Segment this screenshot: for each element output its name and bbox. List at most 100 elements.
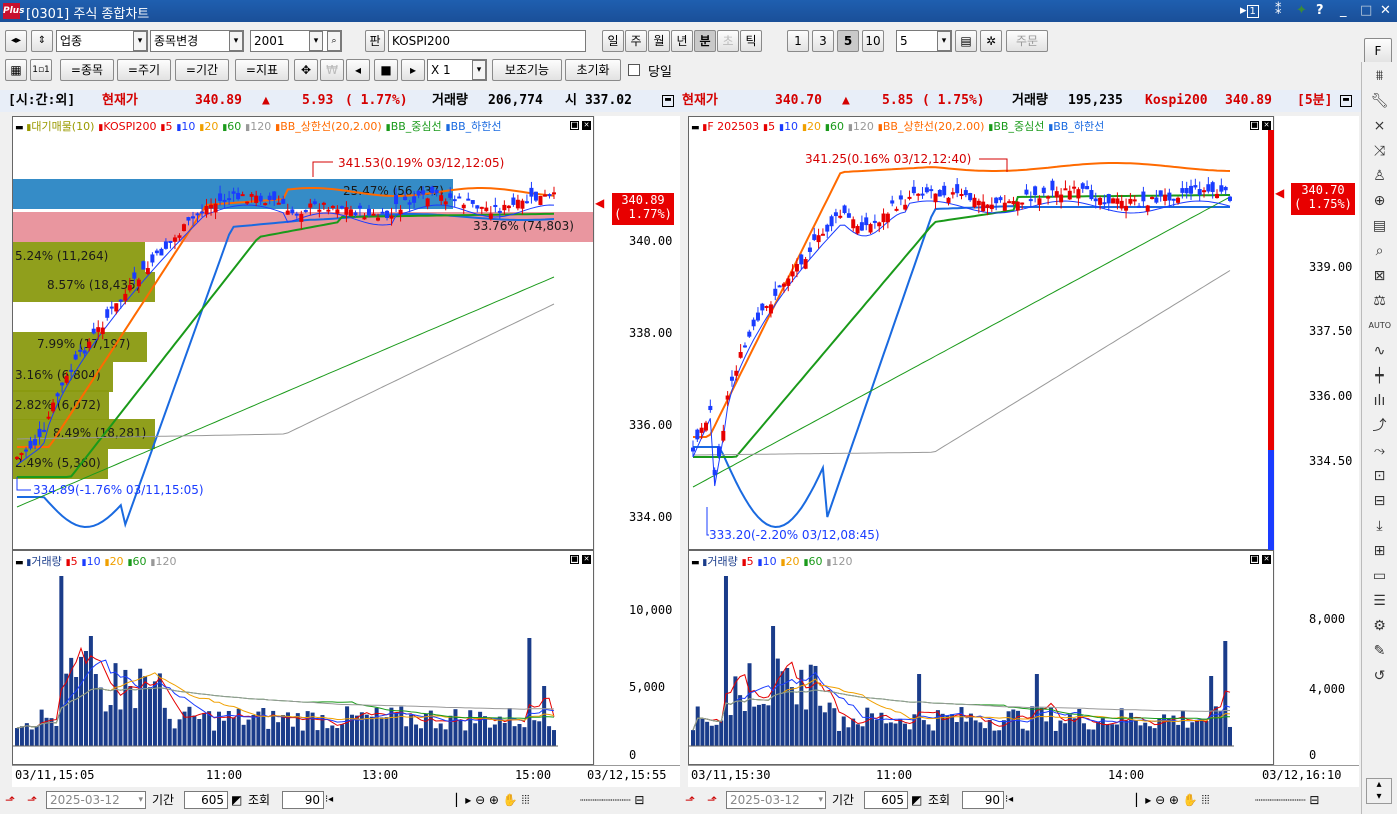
trade-tool-icon[interactable]: ⤨ <box>1369 140 1391 162</box>
interval-button[interactable]: 10 <box>862 30 884 52</box>
wrench-icon[interactable]: 🔧︎ <box>1369 90 1391 112</box>
left-volume-chart[interactable]: ▬ ▮거래량 ▮5 ▮10 ▮20 ▮60 ▮120 ■ ✕ <box>12 550 594 765</box>
chevron-down-icon[interactable]: ▾ <box>818 792 823 808</box>
legend-item[interactable]: ▮BB_상한선(20,2.00) <box>878 120 984 133</box>
panel-toggle-icon[interactable]: ▬ <box>1340 95 1352 107</box>
query-label[interactable]: 조회 <box>248 791 270 809</box>
legend-item[interactable]: ▮10 <box>779 120 798 133</box>
stepper-icon[interactable]: ⁝◂ <box>325 791 333 809</box>
today-checkbox[interactable] <box>628 64 640 76</box>
legend-item[interactable]: ▮10 <box>82 555 101 568</box>
legend-item[interactable]: ▮60 <box>128 555 147 568</box>
chart-mode-icon-2[interactable]: ⬏ <box>707 791 717 809</box>
legend-item[interactable]: ▮거래량 <box>26 555 61 568</box>
export-icon[interactable]: ⊟ <box>1369 490 1391 512</box>
pan-button[interactable]: 판 <box>365 30 385 52</box>
interval-button[interactable]: 3 <box>812 30 834 52</box>
close-icon[interactable]: ✕ <box>1262 555 1271 564</box>
minimize-button[interactable]: _ <box>1340 3 1347 18</box>
price-tool-icon[interactable]: ⨯ <box>1369 115 1391 137</box>
range-button[interactable]: =기간 <box>175 59 229 81</box>
chevron-down-icon[interactable]: ▾ <box>229 31 243 51</box>
search-icon[interactable]: ⌕ <box>327 31 341 51</box>
search-doc-icon[interactable]: ⌕ <box>1369 240 1391 262</box>
auto-icon[interactable]: AUTO <box>1369 315 1392 337</box>
line-icon[interactable]: ⤳ <box>1369 440 1391 462</box>
period-button[interactable]: 분 <box>694 30 716 52</box>
legend-item[interactable]: ▮5 <box>66 555 78 568</box>
crosshair-icon[interactable]: ✥ <box>294 59 318 81</box>
legend-item[interactable]: ▮60 <box>825 120 844 133</box>
query-icon[interactable]: ◩ <box>911 791 922 809</box>
scroll-controls-icon[interactable]: ▏▸ ⊖ ⊕ ✋ ⦙⦙⦙ <box>1136 791 1210 809</box>
period-button[interactable]: 일 <box>602 30 624 52</box>
legend-item[interactable]: ▮120 <box>151 555 177 568</box>
right-volume-chart[interactable]: ▬ ▮거래량 ▮5 ▮10 ▮20 ▮60 ▮120 ■ ✕ <box>688 550 1274 765</box>
count-input[interactable]: 90 <box>962 791 1004 809</box>
close-icon[interactable]: ✕ <box>582 555 591 564</box>
period-input[interactable]: 605 <box>184 791 228 809</box>
legend-item[interactable]: ▮5 <box>763 120 775 133</box>
screen-number-icon[interactable]: ▸ 1 <box>1240 3 1259 18</box>
f-button[interactable]: F <box>1364 38 1392 64</box>
close-button[interactable]: ✕ <box>1380 3 1391 18</box>
prev-next-icon[interactable]: ◂▸ <box>5 30 27 52</box>
trend-icon[interactable]: ∿ <box>1369 340 1391 362</box>
legend-item[interactable]: ▮60 <box>222 120 241 133</box>
date-picker[interactable]: 2025-03-12 ▾ <box>46 791 146 809</box>
range-slider-icon[interactable]: ┈┈┈┈┈┈┈ ⊟ <box>580 791 644 809</box>
chart-type-icon[interactable]: ⩩ <box>1369 65 1391 87</box>
chevron-down-icon[interactable]: ▾ <box>472 60 486 80</box>
undo-icon[interactable]: ↺ <box>1369 665 1391 687</box>
period-input[interactable]: 605 <box>864 791 908 809</box>
legend-item[interactable]: ▮BB_중심선 <box>386 120 442 133</box>
candle-icon[interactable]: ┿ <box>1369 365 1391 387</box>
market-select[interactable]: 업종 ▾ <box>56 30 148 52</box>
line-up-icon[interactable]: ⤴ <box>1369 415 1391 437</box>
legend-item[interactable]: ▮120 <box>848 120 874 133</box>
interval-button[interactable]: 5 <box>837 30 859 52</box>
chevron-down-icon[interactable]: ▾ <box>138 792 143 808</box>
item-button[interactable]: =종목 <box>60 59 114 81</box>
stock-name-field[interactable]: KOSPI200 <box>388 30 586 52</box>
chart-mode-icon-2[interactable]: ⬏ <box>27 791 37 809</box>
currency-icon[interactable]: ₩ <box>320 59 344 81</box>
legend-item[interactable]: ▮KOSPI200 <box>98 120 156 133</box>
order-button[interactable]: 주문 <box>1006 30 1048 52</box>
zoom-icon[interactable]: ⊕ <box>1369 190 1391 212</box>
panel-toggle-icon[interactable]: ▬ <box>662 95 674 107</box>
legend-item[interactable]: ▮F 202503 <box>702 120 759 133</box>
code-input[interactable]: 2001 ▾ ⌕ <box>250 30 342 52</box>
interval-button[interactable]: 1 <box>787 30 809 52</box>
stepper-icon[interactable]: ⁝◂ <box>1005 791 1013 809</box>
maximize-button[interactable]: □ <box>1360 3 1372 18</box>
window-icon[interactable]: ▭ <box>1369 565 1391 587</box>
grid-icon[interactable]: ▦ <box>5 59 27 81</box>
legend-item[interactable]: ▮20 <box>105 555 124 568</box>
chevron-down-icon[interactable]: ▾ <box>937 31 951 51</box>
sort-icon[interactable]: ⇕ <box>31 30 53 52</box>
box-icon[interactable]: ⊡ <box>1369 465 1391 487</box>
range-slider-icon[interactable]: ┈┈┈┈┈┈┈ ⊟ <box>1255 791 1319 809</box>
legend-item[interactable]: ▮60 <box>804 555 823 568</box>
save-icon[interactable]: ▤ <box>955 30 977 52</box>
trade-icon[interactable]: ⚙ <box>1369 615 1391 637</box>
legend-item[interactable]: ▮20 <box>802 120 821 133</box>
left-price-chart[interactable]: 25.47% (56,437) 33.76% (74,803) 5.24% (11,… <box>12 116 594 550</box>
compare-icon[interactable]: ⊠ <box>1369 265 1391 287</box>
legend-item[interactable]: ▮BB_하한선 <box>1048 120 1104 133</box>
legend-item[interactable]: ▮BB_중심선 <box>988 120 1044 133</box>
interval-input[interactable]: 5 ▾ <box>896 30 952 52</box>
legend-item[interactable]: ▮120 <box>245 120 271 133</box>
scroll-updown-icon[interactable]: ▴ ▾ <box>1366 778 1392 804</box>
scroll-right-icon[interactable]: ▸ <box>401 59 425 81</box>
period-button[interactable]: 틱 <box>740 30 762 52</box>
indicator-button[interactable]: =지표 <box>235 59 289 81</box>
pin-icon[interactable]: ⁑ <box>1275 3 1282 18</box>
period-button[interactable]: 초 <box>717 30 739 52</box>
period-button[interactable]: 월 <box>648 30 670 52</box>
period-button[interactable]: 주 <box>625 30 647 52</box>
aux-function-button[interactable]: 보조기능 <box>492 59 562 81</box>
gear-icon[interactable]: ✲ <box>980 30 1002 52</box>
edit-icon[interactable]: ✎ <box>1369 640 1391 662</box>
